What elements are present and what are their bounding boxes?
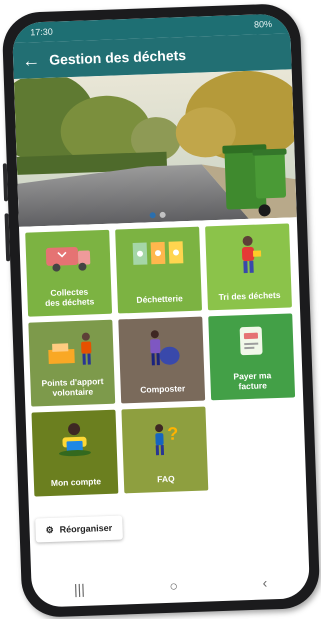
tile-payer-facture[interactable]: Payer ma facture <box>208 313 296 401</box>
recycling-bins-icon <box>132 241 184 265</box>
user-account-icon <box>58 423 91 457</box>
volume-up-button <box>2 163 9 202</box>
screen: 17:30 80% ← Gestion des déchets Collecte… <box>11 13 311 608</box>
tile-collectes[interactable]: Collectes des déchets <box>25 229 113 317</box>
android-nav-bar: ||| ○ ‹ <box>31 564 310 608</box>
carousel-dot[interactable] <box>159 211 166 218</box>
carousel-indicator <box>149 211 166 219</box>
tile-composter[interactable]: Composter <box>118 316 206 404</box>
tile-label: Payer ma facture <box>233 370 272 391</box>
bill-payment-icon <box>239 326 263 356</box>
tile-label: Points d'apport volontaire <box>41 376 104 398</box>
person-sorting-icon <box>241 235 262 274</box>
back-arrow-icon[interactable]: ← <box>13 42 50 79</box>
services-grid: Collectes des déchets Déchetterie Tri de… <box>25 223 300 497</box>
phone-device: 17:30 80% ← Gestion des déchets Collecte… <box>1 2 321 619</box>
tile-label: Mon compte <box>50 475 102 488</box>
svg-text:?: ? <box>167 423 179 443</box>
garbage-truck-icon <box>45 246 91 272</box>
tile-tri[interactable]: Tri des déchets <box>205 223 292 311</box>
volume-down-button <box>4 213 11 262</box>
recent-apps-icon[interactable]: ||| <box>74 581 85 597</box>
tile-label: Déchetterie <box>136 292 183 305</box>
composting-icon <box>150 330 180 366</box>
street-photo <box>13 69 297 227</box>
tile-label: FAQ <box>156 473 175 484</box>
hero-image-carousel[interactable] <box>13 69 297 227</box>
status-time: 17:30 <box>30 26 53 38</box>
tile-label: Tri des déchets <box>218 289 281 302</box>
reorganize-label: Réorganiser <box>59 522 113 535</box>
tile-mon-compte[interactable]: Mon compte <box>31 409 119 497</box>
reorganize-button[interactable]: ⚙ Réorganiser <box>35 515 123 543</box>
page-title: Gestion des déchets <box>48 46 187 68</box>
tile-faq[interactable]: ? FAQ <box>121 406 209 494</box>
tile-label: Composter <box>140 382 186 395</box>
tile-dechetterie[interactable]: Déchetterie <box>115 226 203 314</box>
back-nav-icon[interactable]: ‹ <box>262 574 267 590</box>
faq-icon: ? <box>155 423 179 456</box>
carousel-dot[interactable] <box>149 212 156 219</box>
home-icon[interactable]: ○ <box>169 578 178 594</box>
tile-points-apport[interactable]: Points d'apport volontaire <box>28 319 116 407</box>
tile-label: Collectes des déchets <box>44 286 95 308</box>
drop-off-point-icon <box>48 332 92 365</box>
gear-icon: ⚙ <box>45 524 54 535</box>
battery-level: 80% <box>253 18 273 30</box>
